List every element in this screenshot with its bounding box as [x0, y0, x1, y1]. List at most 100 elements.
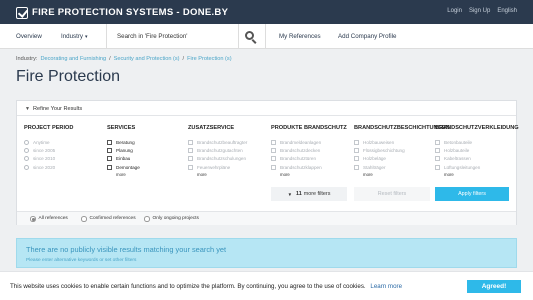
show-more-link[interactable]: more [354, 172, 434, 177]
cookie-text: This website uses cookies to enable cert… [10, 283, 402, 290]
option-label: Brandschutzschulungen [197, 156, 247, 162]
nav-my-references[interactable]: My References [279, 33, 321, 40]
show-more-link[interactable]: more [107, 172, 187, 177]
breadcrumb-item[interactable]: Fire Protection (s) [187, 56, 231, 62]
search-input[interactable]: Search in 'Fire Protection' [111, 24, 238, 49]
checkbox-option[interactable]: Kabeltrassen [435, 155, 515, 163]
page-title: Fire Protection [16, 68, 121, 85]
signup-link[interactable]: Sign Up [469, 8, 490, 14]
radio-option[interactable]: Anytime [24, 138, 104, 146]
checkbox-icon [354, 164, 359, 170]
checkbox-icon [188, 139, 193, 145]
checkbox-icon [188, 156, 193, 162]
checkbox-option[interactable]: Brandschutzdecken [271, 146, 351, 154]
nav-overview[interactable]: Overview [16, 33, 42, 40]
checkbox-option[interactable]: Holzbeläge [354, 155, 434, 163]
radio-confirmed-references[interactable]: Confirmed references [81, 216, 136, 222]
option-label: since 2005 [33, 148, 56, 154]
checkbox-option[interactable]: Lüftungsleitungen [435, 163, 515, 171]
cookie-banner: This website uses cookies to enable cert… [0, 271, 533, 300]
radio-icon [24, 164, 29, 170]
option-label: Stahlträger [363, 164, 386, 170]
checkbox-option[interactable]: Holzbauteile [435, 146, 515, 154]
checkbox-option[interactable]: Einbau [107, 155, 187, 163]
search-icon[interactable] [244, 30, 258, 44]
option-label: Lüftungsleitungen [444, 164, 481, 170]
option-label: Feuerwehrpläne [197, 164, 231, 170]
radio-icon [24, 148, 29, 154]
checkbox-option[interactable]: Betonbauteile [435, 138, 515, 146]
radio-option[interactable]: since 2020 [24, 163, 104, 171]
filter-panel-toggle[interactable]: ▼ Refine Your Results [17, 101, 516, 116]
breadcrumb: Industry: Decorating and Furnishing / Se… [16, 56, 232, 62]
checkbox-option[interactable]: Brandschutzgutachten [188, 146, 268, 154]
radio-label: Confirmed references [89, 216, 136, 222]
checkbox-icon [271, 139, 276, 145]
option-label: Holzbeläge [363, 156, 386, 162]
more-filters-label: more filters [303, 191, 331, 197]
option-label: since 2010 [33, 156, 56, 162]
cookie-message: This website uses cookies to enable cert… [10, 283, 366, 290]
show-more-link[interactable]: more [271, 172, 351, 177]
checkbox-option[interactable]: Feuerwehrpläne [188, 163, 268, 171]
checkbox-icon [188, 148, 193, 154]
show-more-link[interactable]: more [188, 172, 268, 177]
checkbox-icon [271, 148, 276, 154]
learn-more-link[interactable]: Learn more [370, 283, 402, 290]
show-more-link[interactable]: more [435, 172, 515, 177]
cookie-agree-button[interactable]: Agreed! [467, 280, 521, 293]
filter-column-title: ZUSATZSERVICE [188, 125, 235, 131]
checkbox-option[interactable]: Brandmeldeanlagen [271, 138, 351, 146]
filter-column-title: BRANDSCHUTZBESCHICHTUNGEN [354, 125, 450, 131]
top-bar: FIRE PROTECTION SYSTEMS - DONE.BY Login … [0, 0, 533, 24]
checkbox-icon [107, 139, 112, 145]
checkbox-option[interactable]: Flüssigbeschichtung [354, 146, 434, 154]
breadcrumb-item[interactable]: Security and Protection (s) [114, 56, 180, 62]
checkbox-option[interactable]: Brandschutzklappen [271, 163, 351, 171]
option-label: Betonbauteile [444, 139, 473, 145]
radio-option[interactable]: since 2010 [24, 155, 104, 163]
checkbox-icon [107, 156, 112, 162]
option-label: Brandschutzklappen [280, 164, 322, 170]
checkbox-icon [435, 164, 440, 170]
option-label: Planung [116, 148, 133, 154]
checkbox-option[interactable]: Planung [107, 146, 187, 154]
radio-selected-icon [30, 216, 36, 222]
option-label: Holzbauweisen [363, 139, 395, 145]
filter-column: SERVICES Beratung Planung Einbau Demontage mo… [107, 125, 187, 177]
checkbox-option[interactable]: Stahlträger [354, 163, 434, 171]
apply-filters-button[interactable]: Apply filters [435, 187, 509, 201]
filter-column-title: PROJECT PERIOD [24, 125, 74, 131]
radio-all-references[interactable]: All references [30, 216, 68, 222]
checkbox-option[interactable]: Brandschutzschulungen [188, 155, 268, 163]
checkbox-icon [107, 164, 112, 170]
logo[interactable]: FIRE PROTECTION SYSTEMS - DONE.BY [16, 6, 228, 19]
login-link[interactable]: Login [447, 8, 462, 14]
checkbox-option[interactable]: Beratung [107, 138, 187, 146]
checkbox-icon [271, 156, 276, 162]
nav-industry-dropdown[interactable]: Industry [61, 33, 88, 40]
account-links: Login Sign Up English [447, 8, 517, 14]
checkbox-icon [435, 156, 440, 162]
filter-panel-title: Refine Your Results [33, 105, 83, 112]
no-results-notice: There are no publicly visible results ma… [16, 238, 517, 268]
radio-option[interactable]: since 2005 [24, 146, 104, 154]
option-label: Kabeltrassen [444, 156, 471, 162]
option-label: Brandschutzdecken [280, 148, 321, 154]
breadcrumb-item[interactable]: Decorating and Furnishing [40, 56, 106, 62]
breadcrumb-separator: / [109, 56, 111, 62]
nav-add-company-profile[interactable]: Add Company Profile [338, 33, 396, 40]
language-link[interactable]: English [497, 8, 517, 14]
filter-column: PROJECT PERIOD Anytime since 2005 since 201… [24, 125, 104, 172]
reset-filters-button[interactable]: Reset filters [354, 187, 430, 201]
radio-only-ongoing-projects[interactable]: Only ongoing projects [144, 216, 199, 222]
option-label: Brandschutztüren [280, 156, 317, 162]
filter-column: BRANDSCHUTZBESCHICHTUNGEN Holzbauweisen Fl… [354, 125, 450, 177]
checkbox-option[interactable]: Holzbauweisen [354, 138, 434, 146]
option-label: Holzbauteile [444, 148, 470, 154]
option-label: Beratung [116, 139, 135, 145]
checkbox-option[interactable]: Demontage [107, 163, 187, 171]
more-filters-button[interactable]: ▼ 11 more filters [271, 187, 347, 201]
checkbox-option[interactable]: Brandschutztüren [271, 155, 351, 163]
checkbox-option[interactable]: Brandschutzbeauftragter [188, 138, 268, 146]
